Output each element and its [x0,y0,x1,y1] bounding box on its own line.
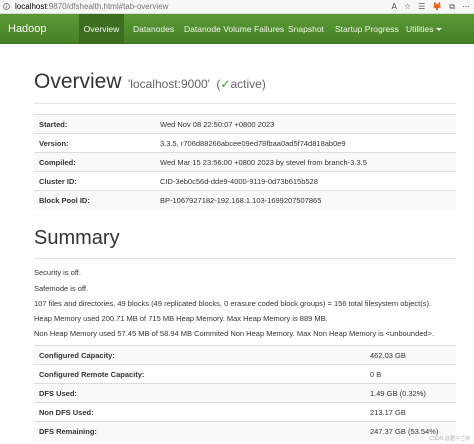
safemode-status: Safemode is off. [34,284,89,293]
filesystem-objects: 107 files and directories, 49 blocks (49… [34,299,432,308]
table-row: DFS Used: 1.49 GB (0.32%) [34,383,456,403]
watermark: CSDN @君子兰雨 [429,436,470,442]
more-options-icon[interactable]: ⋯ [462,1,470,12]
nav-overview[interactable]: Overview [79,14,124,44]
table-row: DFS Remaining: 247.37 GB (53.54%) [34,421,456,441]
page-title: Overview 'localhost:9000' (✓active) [34,70,266,94]
row-value: BP-1067927182-192.168.1.103-169920750786… [155,190,456,210]
table-row: Non DFS Used: 213.17 GB [34,402,456,422]
row-value: 213.17 GB [365,402,456,422]
nav-datanode-volume-failures[interactable]: Datanode Volume Failures [184,14,284,44]
nav-snapshot[interactable]: Snapshot [288,14,324,44]
browser-url-bar[interactable]: localhost:9870/dfshealth.html#tab-overvi… [0,0,474,14]
row-value: 1.49 GB (0.32%) [365,383,456,403]
overview-heading: Overview [34,70,122,93]
row-value: 0 B [365,364,456,384]
row-value: CID-3eb0c56d-dde9-4000-9119-0d73b615b528 [155,171,456,191]
browser-toolbar-icons: A ☆ ☰ 🦊 ⧉ ⋯ [391,1,470,12]
table-row: Block Pool ID: BP-1067927182-192.168.1.1… [34,190,456,210]
row-key: Block Pool ID: [34,190,155,210]
nav-datanodes[interactable]: Datanodes [133,14,174,44]
namenode-host: 'localhost:9000' [127,77,210,91]
row-value: 3.3.5, r706d88266abcee09ed78fbaa0ad5f74d… [155,133,456,153]
security-status: Security is off. [34,268,81,277]
row-key: DFS Remaining: [34,421,365,441]
nav-utilities[interactable]: Utilities [406,14,443,44]
extension-fox-icon[interactable]: 🦊 [432,1,442,12]
row-key: Cluster ID: [34,171,155,191]
chevron-down-icon [436,28,443,32]
row-key: Version: [34,133,155,153]
row-key: Configured Remote Capacity: [34,364,365,384]
row-key: DFS Used: [34,383,365,403]
heap-memory: Heap Memory used 200.71 MB of 715 MB Hea… [34,314,328,323]
table-row: Cluster ID: CID-3eb0c56d-dde9-4000-9119-… [34,171,456,191]
table-row: Started: Wed Nov 08 22:50:07 +0800 2023 [34,114,456,134]
heading-divider [34,103,456,104]
active-check-icon: ✓ [220,77,231,91]
read-aloud-icon[interactable]: A [391,1,396,12]
capacity-table: Configured Capacity: 462.03 GB Configure… [34,345,456,441]
row-key: Compiled: [34,152,155,172]
summary-heading: Summary [34,227,120,249]
collections-icon[interactable]: ☰ [418,1,425,12]
row-key: Non DFS Used: [34,402,365,422]
status-text: active) [230,77,266,91]
brand-logo[interactable]: Hadoop [8,14,47,44]
site-info-icon[interactable] [2,3,10,11]
row-value: 462.03 GB [365,345,456,365]
url-path: :9870/dfshealth.html#tab-overview [46,2,169,11]
row-key: Started: [34,114,155,134]
favorite-star-icon[interactable]: ☆ [404,1,411,12]
table-row: Compiled: Wed Mar 15 23:56:00 +0800 2023… [34,152,456,172]
split-screen-icon[interactable]: ⧉ [449,1,455,12]
table-row: Version: 3.3.5, r706d88266abcee09ed78fba… [34,133,456,153]
summary-divider [34,258,456,259]
table-row: Configured Capacity: 462.03 GB [34,345,456,365]
row-value: Wed Mar 15 23:56:00 +0800 2023 by stevel… [155,152,456,172]
url-host: localhost [15,2,47,11]
row-value: Wed Nov 08 22:50:07 +0800 2023 [155,114,456,134]
overview-table: Started: Wed Nov 08 22:50:07 +0800 2023 … [34,114,456,210]
hadoop-navbar: Hadoop Overview Datanodes Datanode Volum… [0,14,474,44]
row-key: Configured Capacity: [34,345,365,365]
non-heap-memory: Non Heap Memory used 57.45 MB of 58.94 M… [34,329,435,338]
nav-utilities-label: Utilities [406,24,434,34]
url-text[interactable]: localhost:9870/dfshealth.html#tab-overvi… [15,2,168,11]
table-row: Configured Remote Capacity: 0 B [34,364,456,384]
nav-startup-progress[interactable]: Startup Progress [335,14,399,44]
